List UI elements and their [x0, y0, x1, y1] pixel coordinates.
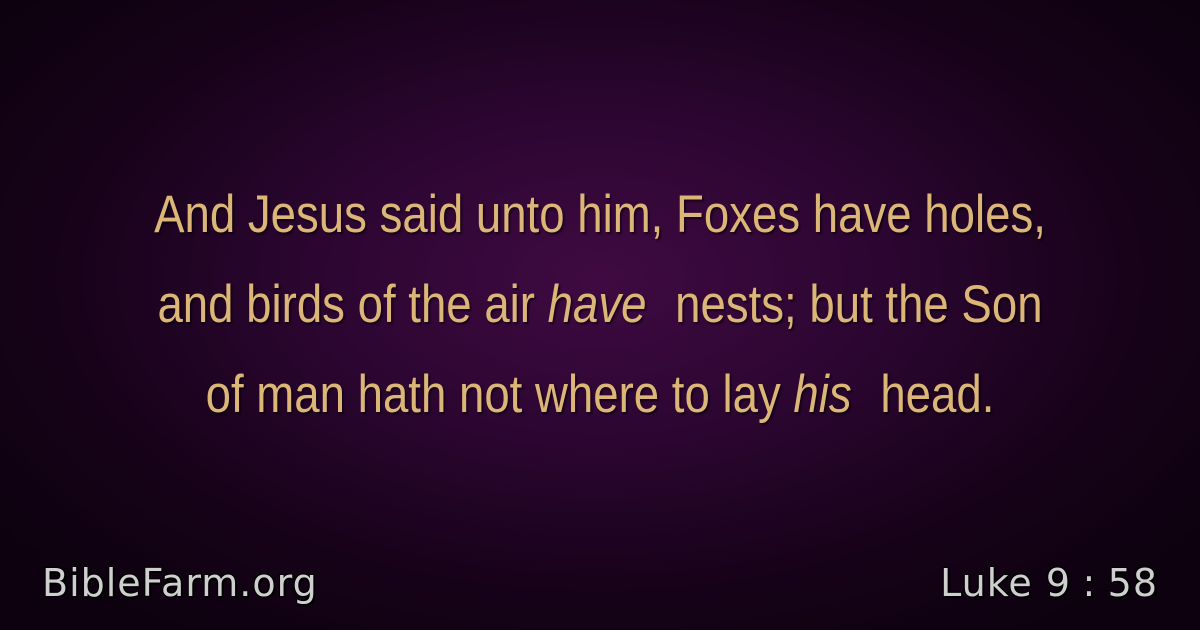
verse-italic-word-his: his: [793, 365, 852, 424]
verse-line-3-start: of man hath not where to lay: [205, 365, 781, 424]
verse-line-2-end: nests; but the Son: [675, 275, 1043, 334]
verse-line-3: of man hath not where to lay his head.: [118, 350, 1081, 440]
reference-verse-number: 58: [1107, 561, 1158, 605]
verse-line-2: and birds of the air have nests; but the…: [118, 260, 1081, 350]
reference-separator: :: [1082, 561, 1097, 605]
verse-line-1-text: And Jesus said unto him, Foxes have hole…: [154, 185, 1046, 244]
site-name: BibleFarm.org: [42, 561, 318, 605]
verse-line-3-end: head.: [880, 365, 995, 424]
verse-reference: Luke 9:58: [940, 560, 1158, 606]
verse-text: And Jesus said unto him, Foxes have hole…: [118, 170, 1081, 440]
verse-italic-word-have: have: [547, 275, 647, 334]
verse-line-2-start: and birds of the air: [157, 275, 535, 334]
verse-line-1: And Jesus said unto him, Foxes have hole…: [118, 170, 1081, 260]
reference-book-chapter: Luke 9: [940, 561, 1072, 605]
